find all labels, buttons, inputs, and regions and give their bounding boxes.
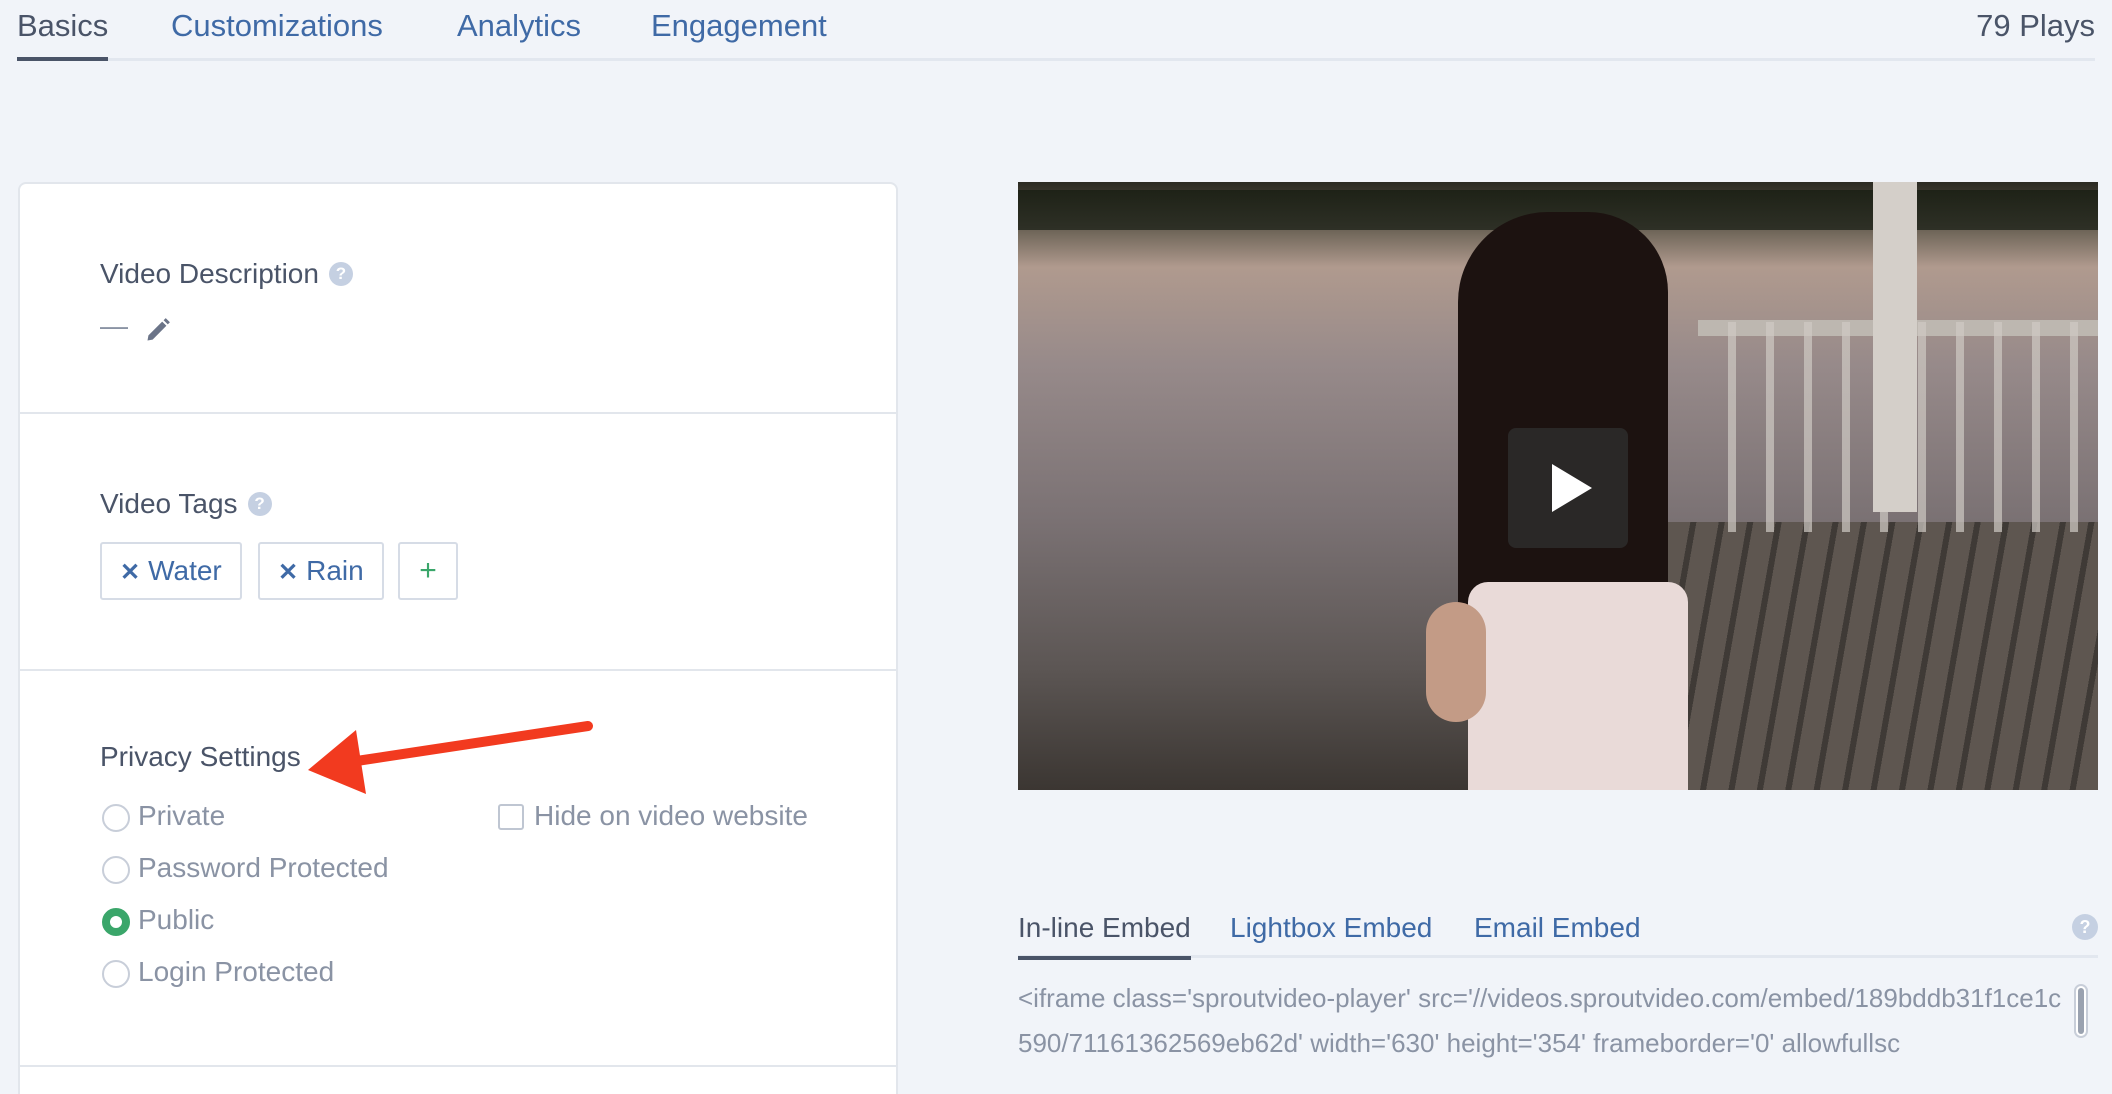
radio-label: Public — [138, 904, 215, 935]
radio-public[interactable] — [102, 908, 130, 936]
radio-label: Private — [138, 800, 226, 831]
top-tab-bar: Basics Customizations Analytics Engageme… — [17, 0, 2095, 61]
remove-tag-icon[interactable]: ✕ — [278, 559, 298, 586]
description-value: — — [100, 310, 128, 341]
radio-label: Login Protected — [138, 956, 335, 987]
add-tag-button[interactable]: + — [398, 542, 458, 600]
help-icon[interactable]: ? — [328, 262, 353, 286]
checkbox-label: Hide on video website — [534, 800, 808, 831]
remove-tag-icon[interactable]: ✕ — [120, 559, 140, 586]
tag-rain[interactable]: ✕ Rain — [258, 542, 384, 600]
tab-inline-embed[interactable]: In-line Embed — [1018, 912, 1191, 960]
embed-code-scrollbar[interactable] — [2074, 984, 2088, 1038]
tag-water[interactable]: ✕ Water — [100, 542, 242, 600]
pencil-icon[interactable] — [144, 316, 172, 344]
tag-label: Water — [148, 555, 222, 586]
tags-title-text: Video Tags — [100, 488, 238, 519]
tab-lightbox-embed[interactable]: Lightbox Embed — [1230, 912, 1432, 944]
privacy-title: Privacy Settings — [100, 741, 301, 772]
help-icon[interactable]: ? — [2072, 914, 2098, 940]
video-frame-pillar — [1873, 182, 1917, 512]
radio-label: Password Protected — [138, 852, 389, 883]
tab-engagement[interactable]: Engagement — [651, 8, 827, 44]
radio-password-protected[interactable] — [102, 856, 130, 884]
radio-private[interactable] — [102, 804, 130, 832]
hide-checkbox[interactable] — [498, 804, 524, 830]
annotation-arrow-icon — [308, 721, 593, 794]
description-title: Video Description? — [100, 258, 353, 290]
description-section: Video Description? — — [20, 184, 896, 414]
tag-label: Rain — [306, 555, 364, 586]
tab-analytics[interactable]: Analytics — [457, 8, 581, 44]
tab-basics[interactable]: Basics — [17, 8, 109, 61]
tab-email-embed[interactable]: Email Embed — [1474, 912, 1641, 944]
tags-title: Video Tags? — [100, 488, 272, 520]
video-frame-dress — [1468, 582, 1688, 790]
tab-customizations[interactable]: Customizations — [171, 8, 383, 44]
video-player[interactable] — [1018, 182, 2098, 790]
video-settings-card: Video Description? — Video Tags? ✕ Water … — [18, 182, 898, 1094]
help-icon[interactable]: ? — [247, 492, 272, 516]
embed-tab-bar: In-line Embed Lightbox Embed Email Embed… — [1018, 900, 2098, 960]
video-frame-arm — [1426, 602, 1486, 722]
play-count: 79 Plays — [1976, 8, 2095, 43]
description-title-text: Video Description — [100, 258, 319, 289]
radio-login-protected[interactable] — [102, 960, 130, 988]
embed-code-textarea[interactable]: <iframe class='sproutvideo-player' src='… — [1018, 976, 2068, 1094]
video-frame-deck — [1668, 522, 2098, 790]
play-icon[interactable] — [1508, 428, 1628, 548]
